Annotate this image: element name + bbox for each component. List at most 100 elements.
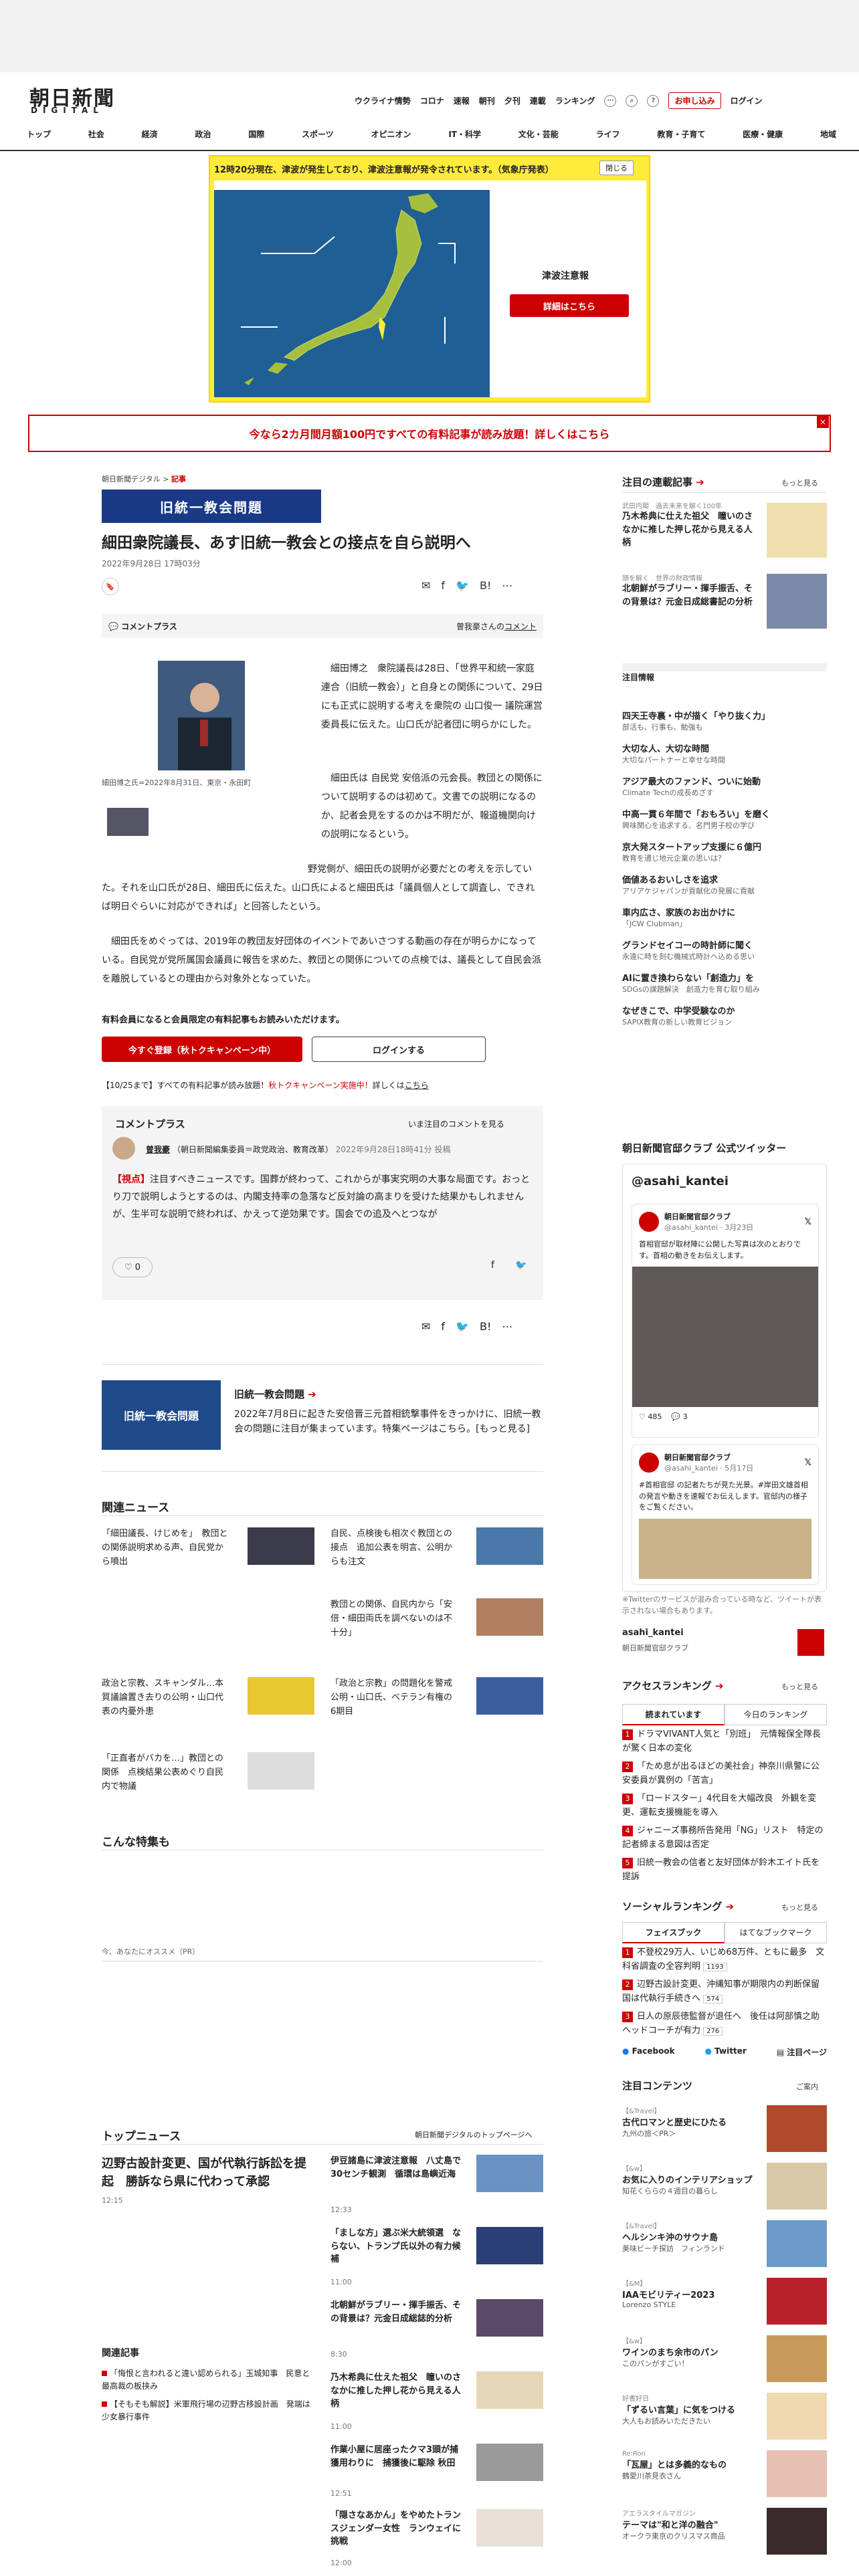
cat-education[interactable]: 教育・子育て bbox=[657, 128, 705, 140]
twitter-link[interactable]: ● Twitter bbox=[705, 2046, 747, 2058]
series-more-link[interactable]: もっと見る bbox=[781, 477, 818, 488]
social-more-link[interactable]: もっと見る bbox=[781, 1902, 818, 1913]
tweet-card-2[interactable]: 朝日新聞官邸クラブ @asahi_kantei · 5月17日 𝕏 #首相官邸 の… bbox=[632, 1444, 819, 1585]
comment-twitter-icon[interactable]: 🐦 bbox=[515, 1260, 527, 1271]
tweet-image-2[interactable] bbox=[639, 1518, 812, 1579]
cat-top[interactable]: トップ bbox=[27, 128, 51, 140]
series-item-1[interactable]: 武田内閣 過去未来を解く100年 乃木希典に仕えた祖父 瞳いのさなかに推した押し… bbox=[622, 500, 756, 550]
cat-health[interactable]: 医療・健康 bbox=[743, 128, 783, 140]
comment-facebook-icon[interactable]: f bbox=[491, 1260, 494, 1271]
notice-item-10[interactable]: なぜきこで、中学受験なのか SAPIX教育の新しい教育ビジョン bbox=[622, 1004, 827, 1027]
feature-title[interactable]: 旧統一教会問題 ➔ bbox=[234, 1387, 316, 1401]
featured-pages-link[interactable]: ▤ 注目ページ bbox=[777, 2046, 827, 2058]
tab-most-read[interactable]: 読まれています bbox=[622, 1704, 725, 1725]
more-icon[interactable]: ⋯ bbox=[604, 94, 617, 107]
facebook-icon[interactable]: f bbox=[441, 579, 445, 592]
tab-today[interactable]: 今日のランキング bbox=[725, 1704, 827, 1725]
related-item-2[interactable]: 自民、点検後も相次ぐ教団との接点 追加公表を明言、公明からも注文 bbox=[330, 1527, 458, 1569]
related-thumb-5[interactable] bbox=[476, 1677, 543, 1715]
content-item-1[interactable]: 【&Travel】 古代ロマンと歴史にひたる 九州の旅＜PR＞ bbox=[622, 2105, 827, 2163]
content-item-8[interactable]: アエラスタイルマガジン テーマは"和と洋の融合" オークラ東京のクリスマス商品 bbox=[622, 2508, 827, 2565]
facebook-icon-2[interactable]: f bbox=[441, 1320, 445, 1333]
social-item-3[interactable]: 3 日人の原辰徳監督が退任へ 後任は阿部慎之助ヘッドコーチが有力 276 bbox=[622, 2010, 827, 2038]
related-thumb-3[interactable] bbox=[476, 1598, 543, 1636]
facebook-link[interactable]: ● Facebook bbox=[622, 2046, 675, 2058]
series-thumb-1[interactable] bbox=[767, 503, 827, 558]
cat-politics[interactable]: 政治 bbox=[195, 128, 211, 140]
alert-close-button[interactable]: 閉じる bbox=[599, 160, 634, 175]
related-item-5[interactable]: 「政治と宗教」の問題化を警戒 公明・山口氏、ベテラン有権の6期目 bbox=[330, 1677, 461, 1719]
search-icon[interactable]: ⌕ bbox=[626, 94, 638, 107]
top-news-item-6[interactable]: 「隠さなあかん」をやめたトランスジェンダー女性 ランウェイに挑戦 bbox=[330, 2509, 464, 2549]
tweet-card-1[interactable]: 朝日新聞官邸クラブ @asahi_kantei · 3月23日 𝕏 首相官邸が取材… bbox=[632, 1204, 819, 1438]
tab-hatena[interactable]: はてなブックマーク bbox=[725, 1922, 827, 1943]
mail-icon[interactable]: ✉ bbox=[421, 579, 430, 592]
more-share-icon-2[interactable]: ⋯ bbox=[502, 1320, 512, 1333]
register-button[interactable]: 今すぐ登録（秋トクキャンペーン中） bbox=[102, 1037, 302, 1062]
ranking-item-3[interactable]: 3 「ロードスター」4代目を大幅改良 外観を変更、運転支援機能を導入 bbox=[622, 1792, 827, 1820]
related-thumb-1[interactable] bbox=[248, 1527, 314, 1565]
social-item-1[interactable]: 1 不登校29万人、いじめ68万件、ともに最多 文科省調査の全容判明 1193 bbox=[622, 1946, 827, 1974]
notice-item-2[interactable]: 大切な人、大切な時間 大切なパートナーと幸せな時間 bbox=[622, 742, 827, 765]
related-item-3[interactable]: 教団との関係、自民内から「安倍・細田両氏を調べないのは不十分」 bbox=[330, 1598, 458, 1640]
help-icon[interactable]: ? bbox=[647, 94, 660, 107]
photo-thumbnail[interactable] bbox=[107, 808, 149, 836]
related-thumb-4[interactable] bbox=[248, 1677, 314, 1715]
commenter-name[interactable]: 曽我豪 bbox=[146, 1145, 170, 1154]
related-item-6[interactable]: 「正直者がバカを…」教団との関係 点検結果公表めぐり自民内で物議 bbox=[102, 1752, 229, 1794]
cat-economy[interactable]: 経済 bbox=[142, 128, 158, 140]
notice-item-9[interactable]: AIに置き換わらない「創造力」を SDGsの課題解決 創造力を育む取り組み bbox=[622, 971, 827, 994]
notice-item-8[interactable]: グランドセイコーの時計師に聞く 永遠に時を刻む機械式時計へ込める思い bbox=[622, 938, 827, 962]
top-news-thumb-4[interactable] bbox=[476, 2371, 543, 2409]
hatena-icon[interactable]: B! bbox=[480, 579, 491, 592]
top-news-thumb-2[interactable] bbox=[476, 2227, 543, 2264]
ranking-item-2[interactable]: 2 「ため息が出るほどの美社会」神奈川県警に公安委員が異例の「苦言」 bbox=[622, 1760, 827, 1788]
content-item-4[interactable]: 【&M】 IAAモビリティー2023 Lorenzo STYLE bbox=[622, 2278, 827, 2335]
ranking-item-1[interactable]: 1 ドラマVIVANT人気と「別班」 元情報保全隊長が驚く日本の変化 bbox=[622, 1728, 827, 1756]
content-more-link[interactable]: ご案内 bbox=[796, 2081, 818, 2092]
related-thumb-2[interactable] bbox=[476, 1527, 543, 1565]
topnav-breaking[interactable]: 速報 bbox=[454, 95, 470, 106]
top-news-lead-title[interactable]: 辺野古設計変更、国が代執行訴訟を提起 勝訴なら県に代わって承認 bbox=[102, 2155, 316, 2191]
topnav-ukraine[interactable]: ウクライナ情勢 bbox=[355, 95, 411, 106]
top-news-item-5[interactable]: 作業小屋に居座ったクマ3頭が捕獲用わりに 捕獲後に駆除 秋田 bbox=[330, 2444, 464, 2470]
related-item-4[interactable]: 政治と宗教、スキャンダル…本質議論置き去りの公明・山口代表の内憂外患 bbox=[102, 1677, 229, 1719]
tweet-like-icon[interactable]: ♡ 485 bbox=[639, 1412, 662, 1421]
top-news-item-4[interactable]: 乃木希典に仕えた祖父 瞳いのさなかに推した押し花から見える人柄 bbox=[330, 2371, 464, 2411]
topnav-ranking[interactable]: ランキング bbox=[555, 95, 595, 106]
ranking-more-link[interactable]: もっと見る bbox=[781, 1681, 818, 1692]
cat-it[interactable]: IT・科学 bbox=[448, 128, 481, 140]
series-thumb-2[interactable] bbox=[767, 574, 827, 629]
tweet-reply-icon[interactable]: 💬 3 bbox=[671, 1412, 687, 1421]
content-item-2[interactable]: 【&w】 お気に入りのインテリアショップ 知花くららの４週目の暮らし bbox=[622, 2163, 827, 2220]
login-button[interactable]: ログインする bbox=[312, 1037, 486, 1062]
campaign-link[interactable]: こちら bbox=[405, 1081, 429, 1090]
feature-more-link[interactable]: [もっと見る] bbox=[476, 1424, 530, 1434]
series-item-2[interactable]: 頭を解く 世界の財政情報 北朝鮮がラブリー・揮手振舌、その背景は？元金日成総書記… bbox=[622, 572, 756, 609]
top-news-thumb-1[interactable] bbox=[476, 2155, 543, 2192]
topic-tag-banner[interactable]: 旧統一教会問題 bbox=[102, 490, 321, 523]
related-item-1[interactable]: 「細田議長、けじめを」 教団との関係説明求める声、自民党から噴出 bbox=[102, 1527, 229, 1569]
topnav-corona[interactable]: コロナ bbox=[420, 95, 444, 106]
twitter-account-avatar[interactable] bbox=[797, 1629, 824, 1656]
breadcrumb-home[interactable]: 朝日新聞デジタル bbox=[102, 475, 161, 484]
cat-region[interactable]: 地域 bbox=[820, 128, 836, 140]
cat-culture[interactable]: 文化・芸能 bbox=[518, 128, 559, 140]
twitter-handle[interactable]: @asahi_kantei bbox=[632, 1174, 729, 1188]
content-item-6[interactable]: 好書好日 「ずるい言葉」に気をつける 大人もお読みいただきたい bbox=[622, 2393, 827, 2450]
top-news-item-2[interactable]: 「ましな方」選ぶ米大統領選 ならない、トランプ氏以外の有力候補 bbox=[330, 2227, 464, 2266]
top-news-thumb-5[interactable] bbox=[476, 2444, 543, 2481]
notice-item-3[interactable]: アジア最大のファンド、ついに始動 Climate Techの成長めざす bbox=[622, 774, 827, 798]
feature-image[interactable]: 旧統一教会問題 bbox=[102, 1380, 221, 1450]
tweet-image-1[interactable] bbox=[632, 1267, 818, 1407]
bookmark-icon[interactable]: 🔖 bbox=[102, 578, 119, 595]
notice-item-7[interactable]: 車内広さ、家族のお出かけに 「JCW Clubman」 bbox=[622, 905, 827, 929]
related-article-1[interactable]: 「悔恨と言われると違い認められる」玉城知事 民意と最高裁の板挟み bbox=[102, 2367, 316, 2393]
top-news-link[interactable]: 朝日新聞デジタルのトップページへ bbox=[415, 2129, 533, 2140]
see-all-comments-link[interactable]: いま注目のコメントを見る bbox=[408, 1118, 504, 1130]
top-news-thumb-6[interactable] bbox=[476, 2509, 543, 2547]
top-news-item-3[interactable]: 北朝鮮がラブリー・揮手振舌、その背景は？元金日成総誌的分析 bbox=[330, 2299, 464, 2325]
notice-item-4[interactable]: 中高一貫６年間で「おもろい」を磨く 興味関心を追求する、名門男子校の学び bbox=[622, 807, 827, 831]
content-item-7[interactable]: Re:Ron 「瓦屋」とは多義的なもの 鶴愛川茶見衣さん bbox=[622, 2450, 827, 2508]
twitter-icon[interactable]: 🐦 bbox=[456, 579, 469, 592]
